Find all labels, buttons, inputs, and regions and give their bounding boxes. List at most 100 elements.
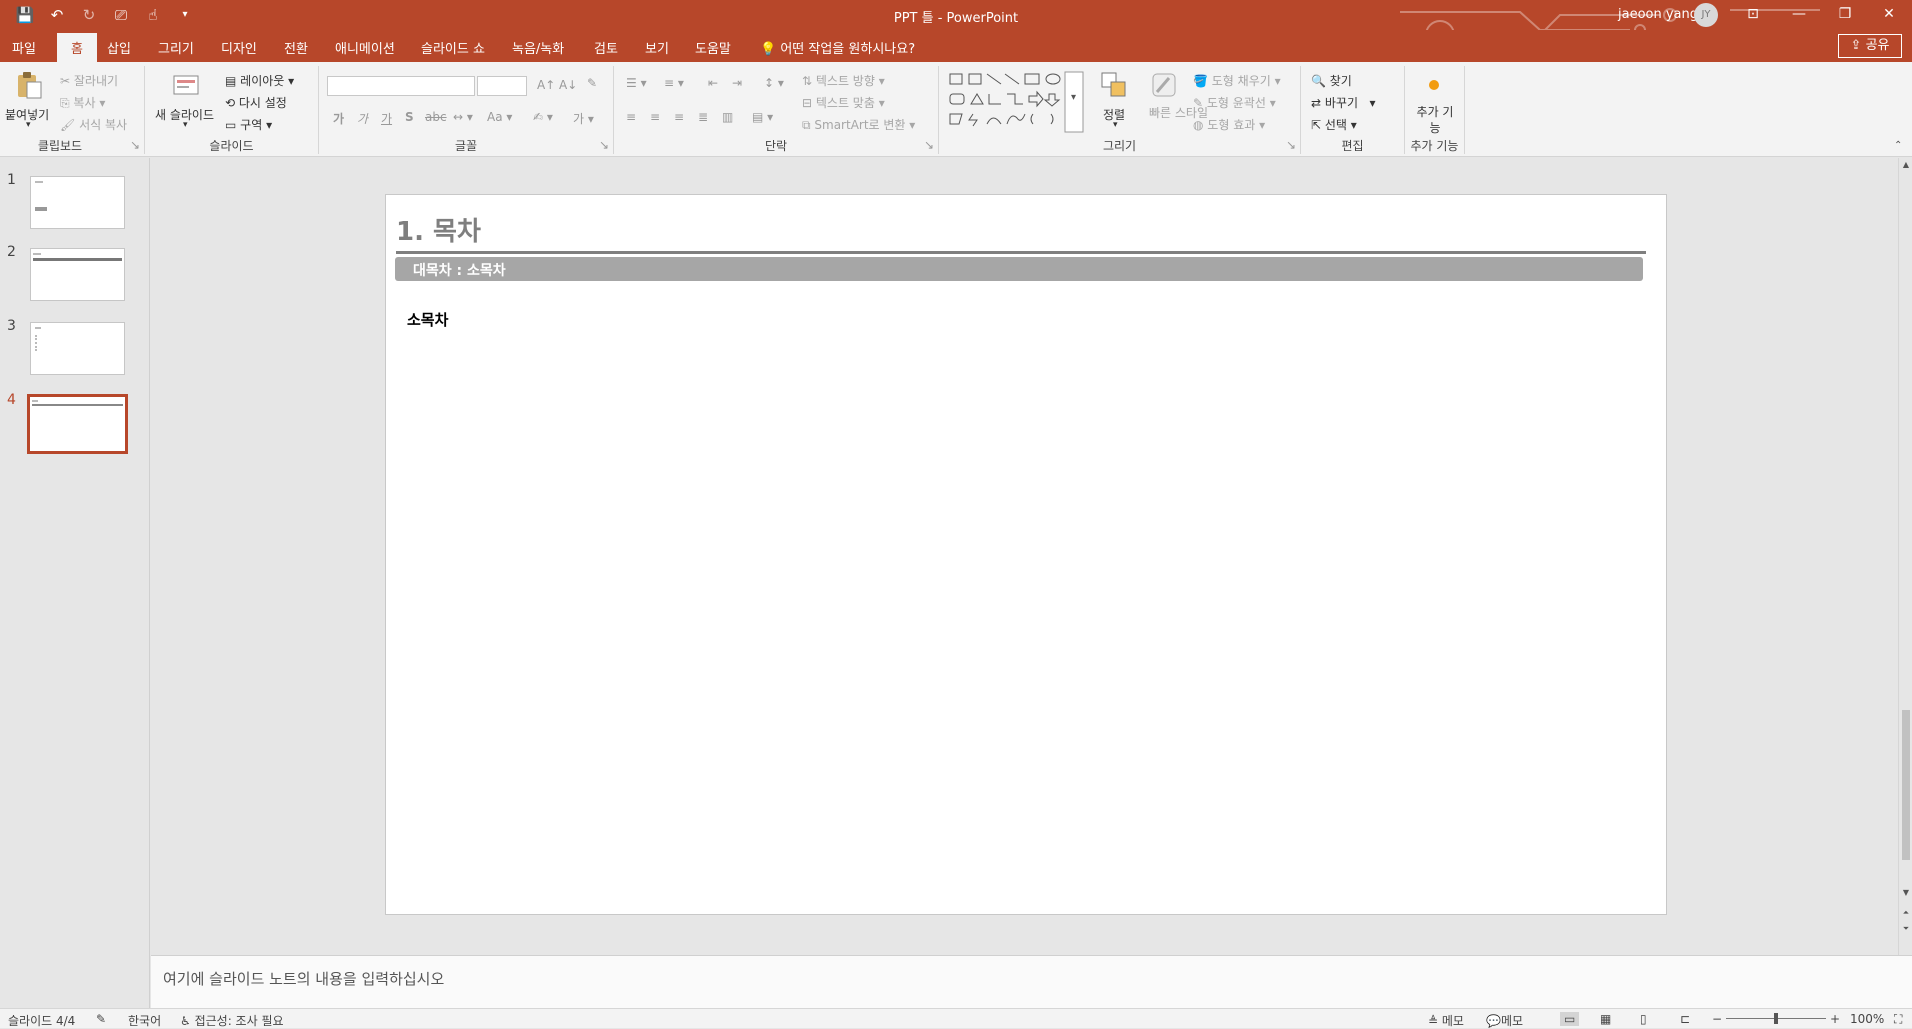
strikethrough-icon[interactable]: abc [425,110,447,124]
notes-placeholder[interactable]: 여기에 슬라이드 노트의 내용을 입력하십시오 [163,968,444,989]
tell-me-search[interactable]: 💡 어떤 작업을 원하시나요? [760,38,915,57]
normal-view-icon[interactable]: ▭ [1560,1012,1580,1026]
dialog-launcher-icon[interactable]: ↘ [130,138,140,152]
new-slide-icon[interactable] [171,70,201,100]
zoom-out-icon[interactable]: − [1712,1012,1722,1026]
previous-slide-icon[interactable]: ⏶ [1900,908,1912,920]
align-text-button[interactable]: ⊟ 텍스트 맞춤 ▾ [802,94,885,111]
tab-transitions[interactable]: 전환 [284,38,308,57]
share-button[interactable]: ⇪ 공유 [1838,34,1902,58]
increase-indent-icon[interactable]: ⇥ [732,76,742,90]
tab-file[interactable]: 파일 [12,38,36,57]
scroll-up-icon[interactable]: ▲ [1900,160,1912,172]
tab-insert[interactable]: 삽입 [107,38,131,57]
tab-record[interactable]: 녹음/녹화 [512,38,564,57]
layout-button[interactable]: ▤ 레이아웃 ▾ [225,72,294,89]
paste-dropdown-icon[interactable]: ▾ [26,120,31,130]
shadow-icon[interactable]: S [405,110,414,124]
tab-home[interactable]: 홈 [57,33,97,62]
zoom-level[interactable]: 100% [1850,1012,1884,1026]
vertical-scrollbar[interactable]: ▲ ▼ ⏶ ⏷ [1898,158,1912,955]
restore-icon[interactable]: ❐ [1822,0,1868,30]
new-slide-dropdown-icon[interactable]: ▾ [183,120,188,130]
align-right-icon[interactable]: ≡ [674,110,684,124]
notes-toggle[interactable]: ≜ 메모 [1428,1012,1464,1029]
scrollbar-thumb[interactable] [1902,710,1910,860]
slide-thumbnail-3[interactable] [30,322,125,375]
fit-to-window-icon[interactable]: ⛶ [1894,1012,1902,1027]
slide-thumbnail-2[interactable] [30,248,125,301]
italic-icon[interactable]: 가 [357,110,368,127]
tab-design[interactable]: 디자인 [221,38,257,57]
section-header-bar[interactable]: 대목차 : 소목차 [395,257,1643,281]
increase-font-icon[interactable]: A↑ [537,78,555,92]
decrease-indent-icon[interactable]: ⇤ [708,76,718,90]
bullets-icon[interactable]: ☰ ▾ [626,76,647,90]
zoom-slider-knob[interactable] [1774,1013,1778,1024]
shapes-gallery[interactable]: ▾ [945,70,1085,134]
scroll-down-icon[interactable]: ▼ [1900,888,1912,900]
text-direction-button[interactable]: ⇅ 텍스트 방향 ▾ [802,72,885,89]
addins-button[interactable]: 추가 기능 [1413,104,1457,136]
find-button[interactable]: 🔍 찾기 [1311,72,1352,89]
slide-canvas[interactable]: 1. 목차 대목차 : 소목차 소목차 [385,194,1667,915]
reset-button[interactable]: ⟲ 다시 설정 [225,94,287,111]
shape-effects-button[interactable]: ◍ 도형 효과 ▾ [1193,116,1265,133]
slide-thumbnail-1[interactable] [30,176,125,229]
quick-styles-icon[interactable] [1149,70,1179,100]
dialog-launcher-icon[interactable]: ↘ [924,138,934,152]
tab-draw[interactable]: 그리기 [158,38,194,57]
notes-pane[interactable]: 여기에 슬라이드 노트의 내용을 입력하십시오 [151,955,1912,1008]
smartart-button[interactable]: ⧉ SmartArt로 변환 ▾ [802,116,915,133]
reading-view-icon[interactable]: ▯ [1640,1012,1647,1026]
slide-sorter-icon[interactable]: ▦ [1600,1012,1611,1026]
bold-icon[interactable]: 가 [333,110,344,127]
accessibility-status[interactable]: ♿ 접근성: 조사 필요 [180,1012,284,1029]
numbering-icon[interactable]: ≡ ▾ [664,76,684,90]
align-center-icon[interactable]: ≡ [650,110,660,124]
decrease-font-icon[interactable]: A↓ [559,78,577,92]
tab-review[interactable]: 검토 [594,38,618,57]
justify-icon[interactable]: ≣ [698,110,708,124]
align-left-icon[interactable]: ≡ [626,110,636,124]
next-slide-icon[interactable]: ⏷ [1900,924,1912,936]
shape-fill-button[interactable]: 🪣 도형 채우기 ▾ [1193,72,1281,89]
dialog-launcher-icon[interactable]: ↘ [599,138,609,152]
distribute-icon[interactable]: ▥ [722,110,733,124]
copy-button[interactable]: ⎘ 복사 ▾ [60,94,105,111]
font-name-combobox[interactable] [327,76,475,96]
minimize-icon[interactable]: — [1776,0,1822,30]
close-icon[interactable]: ✕ [1866,0,1912,30]
arrange-icon[interactable] [1099,70,1129,100]
tab-help[interactable]: 도움말 [695,38,731,57]
columns-icon[interactable]: ▤ ▾ [752,110,773,124]
tab-slideshow[interactable]: 슬라이드 쇼 [421,38,485,57]
zoom-in-icon[interactable]: + [1830,1012,1840,1026]
font-color-icon[interactable]: 가 ▾ [573,110,594,127]
comments-toggle[interactable]: 💬메모 [1486,1012,1523,1029]
format-painter-button[interactable]: 🖌 서식 복사 [60,116,127,133]
page-title[interactable]: 1. 목차 [396,211,481,248]
char-spacing-icon[interactable]: ↔ ▾ [453,110,473,124]
language-indicator[interactable]: 한국어 [128,1012,161,1029]
collapse-ribbon-icon[interactable]: ⌃ [1894,140,1902,151]
avatar[interactable]: JY [1694,3,1718,27]
dialog-launcher-icon[interactable]: ↘ [1286,138,1296,152]
font-size-combobox[interactable] [477,76,527,96]
spelling-icon[interactable]: ✎ [96,1012,106,1026]
tab-animations[interactable]: 애니메이션 [335,38,395,57]
paste-icon[interactable] [14,70,44,100]
slide-subheading[interactable]: 소목차 [407,309,448,330]
shape-outline-button[interactable]: ✎ 도형 윤곽선 ▾ [1193,94,1276,111]
highlight-icon[interactable]: ✍ ▾ [533,110,553,124]
line-spacing-icon[interactable]: ↕ ▾ [764,76,784,90]
arrange-dropdown-icon[interactable]: ▾ [1113,120,1118,130]
change-case-icon[interactable]: Aa ▾ [487,110,512,124]
slideshow-icon[interactable]: ⊏ [1680,1012,1690,1026]
replace-button[interactable]: ⇄ 바꾸기 ▾ [1311,94,1375,111]
clear-formatting-icon[interactable]: ✎ [587,76,597,90]
cut-button[interactable]: ✂ 잘라내기 [60,72,118,89]
ribbon-display-options-icon[interactable]: ⊡ [1730,0,1776,30]
tab-view[interactable]: 보기 [645,38,669,57]
user-name[interactable]: jaeoon yang [1618,7,1698,22]
